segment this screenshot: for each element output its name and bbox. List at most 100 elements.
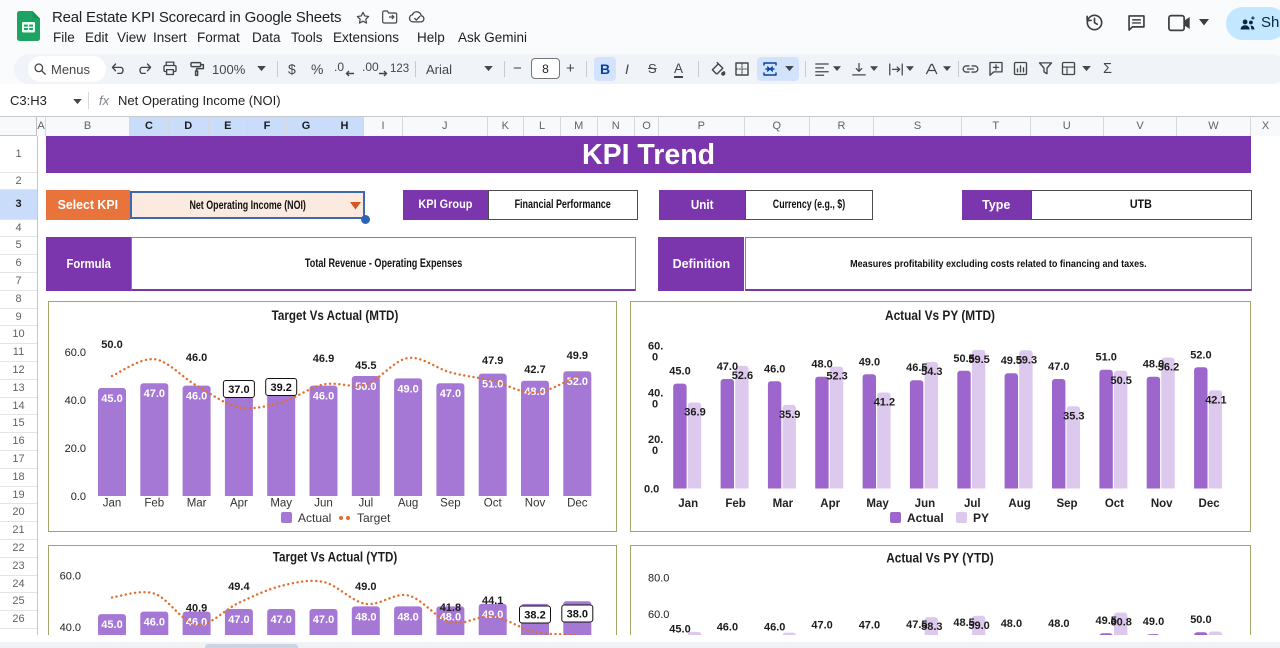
svg-text:60.8: 60.8: [1110, 617, 1131, 629]
svg-text:59.0: 59.0: [968, 620, 989, 632]
svg-text:Sep: Sep: [440, 498, 460, 510]
svg-text:Jul: Jul: [964, 498, 981, 510]
svg-text:47.0: 47.0: [858, 620, 879, 632]
svg-text:Apr: Apr: [820, 498, 840, 510]
svg-text:51.0: 51.0: [1095, 352, 1116, 364]
svg-text:46.0: 46.0: [764, 622, 785, 634]
svg-text:49.4: 49.4: [228, 581, 250, 593]
svg-text:44.1: 44.1: [482, 595, 503, 607]
svg-text:Jan: Jan: [678, 498, 698, 510]
svg-text:Feb: Feb: [144, 498, 164, 510]
svg-text:49.0: 49.0: [482, 609, 503, 621]
svg-text:Jun: Jun: [314, 498, 333, 510]
svg-text:47.0: 47.0: [313, 614, 334, 626]
svg-text:Actual: Actual: [298, 511, 331, 525]
svg-text:Actual Vs PY (MTD): Actual Vs PY (MTD): [885, 308, 995, 323]
svg-text:37.0: 37.0: [228, 384, 249, 396]
svg-text:48.0: 48.0: [1000, 618, 1021, 630]
svg-text:Jan: Jan: [103, 498, 122, 510]
svg-text:46.0: 46.0: [716, 622, 737, 634]
svg-text:49.9: 49.9: [567, 350, 588, 362]
svg-text:42.1: 42.1: [1205, 394, 1226, 406]
svg-text:46.9: 46.9: [313, 353, 334, 365]
svg-text:47.9: 47.9: [482, 355, 503, 367]
svg-text:60.0: 60.0: [60, 571, 81, 583]
svg-text:52.0: 52.0: [567, 376, 588, 388]
svg-text:Nov: Nov: [1151, 498, 1173, 510]
svg-text:46.0: 46.0: [186, 352, 207, 364]
svg-text:50.0: 50.0: [1190, 614, 1211, 626]
svg-text:60.0: 60.0: [648, 609, 669, 621]
svg-text:38.2: 38.2: [524, 610, 545, 622]
svg-text:41.2: 41.2: [873, 397, 894, 409]
svg-text:0: 0: [652, 352, 658, 364]
svg-text:45.0: 45.0: [669, 366, 690, 378]
svg-text:40.9: 40.9: [186, 603, 207, 615]
svg-text:40.0: 40.0: [65, 395, 86, 407]
svg-text:52.3: 52.3: [826, 371, 847, 383]
svg-text:Feb: Feb: [725, 498, 745, 510]
svg-text:80.0: 80.0: [648, 573, 669, 585]
svg-text:47.0: 47.0: [228, 614, 249, 626]
svg-text:47.0: 47.0: [1048, 361, 1069, 373]
svg-text:20.0: 20.0: [65, 443, 86, 455]
svg-text:60.0: 60.0: [65, 347, 86, 359]
svg-text:46.0: 46.0: [764, 363, 785, 375]
svg-text:46.0: 46.0: [144, 617, 165, 629]
svg-text:Aug: Aug: [398, 498, 418, 510]
svg-text:49.0: 49.0: [355, 581, 376, 593]
svg-text:38.0: 38.0: [567, 609, 588, 621]
svg-text:Target Vs Actual (MTD): Target Vs Actual (MTD): [272, 308, 399, 323]
svg-text:49.0: 49.0: [858, 356, 879, 368]
svg-text:50.0: 50.0: [355, 381, 376, 393]
svg-text:48.0: 48.0: [355, 611, 376, 623]
svg-text:45.0: 45.0: [101, 619, 122, 631]
svg-text:Oct: Oct: [1105, 498, 1124, 510]
svg-text:47.0: 47.0: [811, 620, 832, 632]
svg-text:41.8: 41.8: [440, 602, 461, 614]
svg-text:48.0: 48.0: [1048, 618, 1069, 630]
svg-text:40.0: 40.0: [60, 622, 81, 634]
svg-text:48.0: 48.0: [811, 359, 832, 371]
svg-text:49.0: 49.0: [397, 383, 418, 395]
svg-text:59.5: 59.5: [968, 354, 989, 366]
svg-text:Nov: Nov: [525, 498, 546, 510]
svg-text:Target: Target: [357, 511, 391, 525]
svg-text:45.0: 45.0: [101, 393, 122, 405]
svg-text:May: May: [270, 498, 292, 510]
svg-text:52.6: 52.6: [731, 370, 752, 382]
svg-text:42.7: 42.7: [524, 364, 545, 376]
svg-text:39.2: 39.2: [270, 382, 291, 394]
svg-text:0: 0: [652, 398, 658, 410]
svg-text:49.0: 49.0: [1143, 616, 1164, 628]
svg-text:Jun: Jun: [914, 498, 934, 510]
svg-text:45.5: 45.5: [355, 360, 376, 372]
svg-text:47.0: 47.0: [270, 614, 291, 626]
svg-text:48.0: 48.0: [397, 611, 418, 623]
svg-text:Sep: Sep: [1056, 498, 1077, 510]
svg-text:59.3: 59.3: [1015, 354, 1036, 366]
svg-text:47.0: 47.0: [144, 388, 165, 400]
svg-text:35.9: 35.9: [779, 409, 800, 421]
svg-text:Actual: Actual: [907, 511, 944, 525]
svg-text:46.0: 46.0: [313, 391, 334, 403]
svg-text:0.0: 0.0: [71, 491, 86, 503]
svg-text:50.0: 50.0: [101, 339, 122, 351]
svg-text:Apr: Apr: [230, 498, 248, 510]
svg-text:Actual Vs PY (YTD): Actual Vs PY (YTD): [886, 551, 994, 566]
svg-text:Dec: Dec: [1198, 498, 1220, 510]
svg-text:Mar: Mar: [187, 498, 207, 510]
svg-text:0: 0: [652, 445, 658, 457]
svg-text:56.2: 56.2: [1158, 362, 1179, 374]
svg-text:36.9: 36.9: [684, 407, 705, 419]
svg-text:0.0: 0.0: [644, 484, 659, 496]
svg-text:46.0: 46.0: [186, 391, 207, 403]
svg-text:Aug: Aug: [1008, 498, 1030, 510]
svg-text:54.3: 54.3: [921, 366, 942, 378]
svg-text:Target Vs Actual (YTD): Target Vs Actual (YTD): [273, 550, 397, 565]
svg-text:58.3: 58.3: [921, 621, 942, 633]
svg-text:50.5: 50.5: [1110, 375, 1131, 387]
svg-text:52.0: 52.0: [1190, 349, 1211, 361]
svg-text:Oct: Oct: [484, 498, 503, 510]
svg-text:PY: PY: [973, 511, 989, 525]
